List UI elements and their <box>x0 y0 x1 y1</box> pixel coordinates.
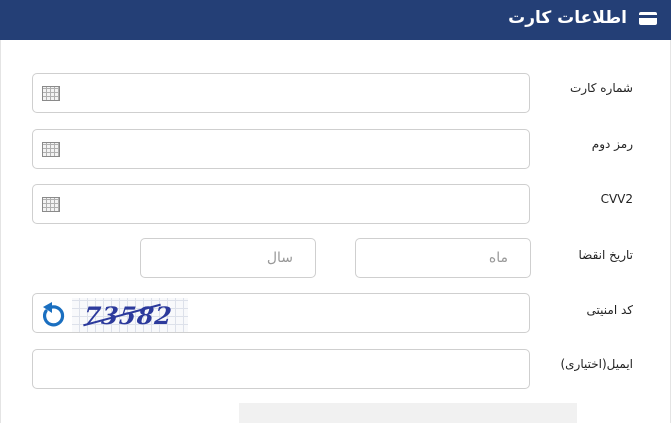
page-title: اطلاعات کارت <box>508 8 627 28</box>
expiry-year-input[interactable] <box>141 239 315 277</box>
cvv2-label: CVV2 <box>600 192 633 206</box>
expiry-month-input[interactable] <box>356 239 530 277</box>
virtual-keyboard-icon[interactable] <box>42 142 60 157</box>
virtual-keyboard-icon[interactable] <box>42 197 60 212</box>
card-number-label: شماره کارت <box>569 81 633 95</box>
submit-area <box>239 403 577 423</box>
expiry-year-field[interactable] <box>140 238 316 278</box>
cvv2-input[interactable] <box>32 184 530 224</box>
second-password-label: رمز دوم <box>591 137 633 151</box>
expiry-label: تاریخ انقضا <box>578 248 634 262</box>
card-number-input[interactable] <box>32 73 530 113</box>
page-header: اطلاعات کارت <box>0 0 671 40</box>
captcha-image: 73582 <box>72 298 188 332</box>
email-input[interactable] <box>32 349 530 389</box>
virtual-keyboard-icon[interactable] <box>42 86 60 101</box>
credit-card-icon <box>639 12 657 25</box>
email-label: ایمیل(اختیاری) <box>560 357 633 371</box>
refresh-captcha-icon[interactable] <box>38 302 66 330</box>
expiry-month-field[interactable] <box>355 238 531 278</box>
security-code-label: کد امنیتی <box>586 303 633 317</box>
second-password-input[interactable] <box>32 129 530 169</box>
